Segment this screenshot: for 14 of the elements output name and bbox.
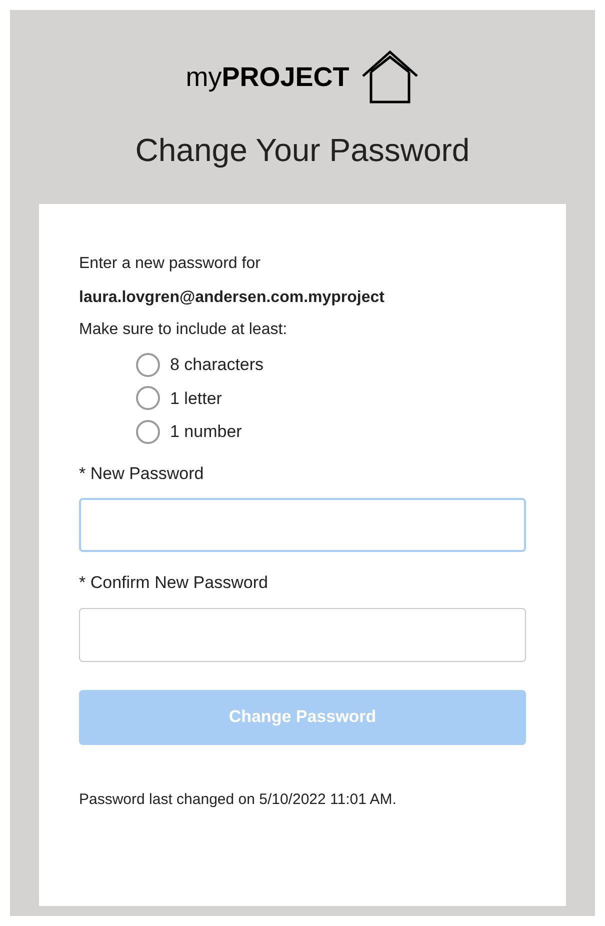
password-field[interactable]	[79, 608, 526, 662]
requirement-text: 1 number	[170, 421, 242, 443]
username: laura.lovgren@andersen.com.myproject	[79, 288, 386, 308]
field-label: * New Password	[79, 462, 205, 484]
password-field[interactable]	[79, 498, 526, 552]
house-icon	[361, 50, 420, 104]
requirement-text: 8 characters	[170, 354, 264, 376]
requirement-text: 1 letter	[170, 388, 222, 410]
page-title: Change Your Password	[135, 131, 470, 170]
field-label: * Confirm New Password	[79, 572, 269, 594]
logo-text: myPROJECT	[186, 60, 350, 94]
requirements-intro: Make sure to include at least:	[79, 320, 288, 340]
intro-text: Enter a new password for	[79, 254, 262, 274]
footer-text: Password last changed on 5/10/2022 11:01 AM.	[79, 790, 398, 810]
